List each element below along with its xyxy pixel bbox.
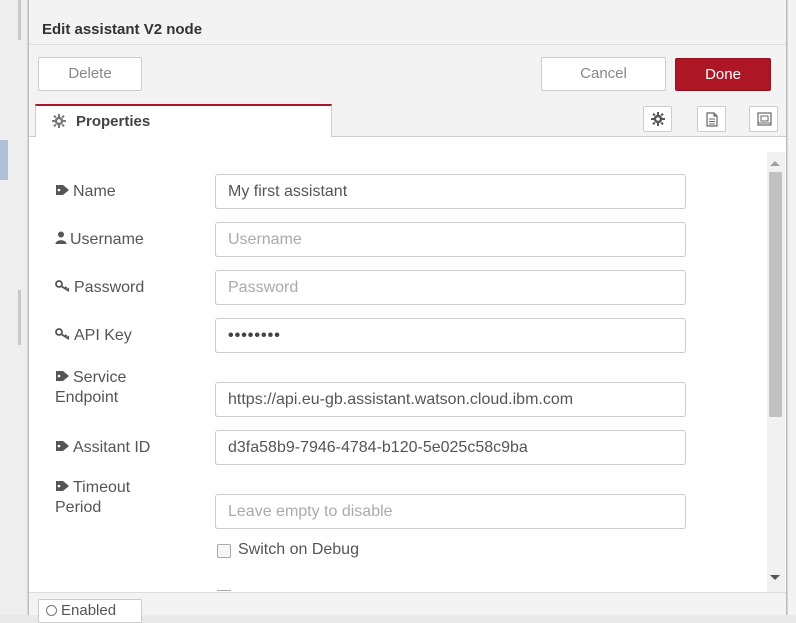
username-input[interactable] xyxy=(215,222,686,257)
form-scrollbar[interactable] xyxy=(767,152,785,592)
cut-off-next-row xyxy=(217,583,231,592)
service-endpoint-label-line2: Endpoint xyxy=(55,389,119,407)
workspace-strip xyxy=(18,0,21,40)
tray-toolbar: Delete Cancel Done xyxy=(29,45,786,101)
cancel-button[interactable]: Cancel xyxy=(541,57,666,91)
name-label: Name xyxy=(55,182,116,202)
password-input[interactable] xyxy=(215,270,686,305)
tag-icon xyxy=(55,182,70,202)
tag-icon xyxy=(55,478,70,498)
assistant-id-label: Assitant ID xyxy=(55,438,150,458)
username-label: Username xyxy=(55,230,144,250)
edit-node-tray: Edit assistant V2 node Delete Cancel Don… xyxy=(28,0,787,623)
workspace-node-fragment xyxy=(0,140,8,180)
description-tab-button[interactable] xyxy=(697,106,726,132)
properties-tab-button[interactable] xyxy=(643,106,672,132)
properties-form: Name Username Password xyxy=(29,137,786,592)
circle-icon xyxy=(46,605,57,616)
key-icon xyxy=(55,326,71,346)
enabled-label: Enabled xyxy=(61,602,117,619)
service-endpoint-input[interactable]: https://api.eu-gb.assistant.watson.cloud… xyxy=(215,382,686,417)
workspace-background-right xyxy=(787,0,796,615)
gear-icon xyxy=(651,112,665,126)
service-endpoint-label: Service Endpoint xyxy=(55,368,127,407)
done-button[interactable]: Done xyxy=(675,58,771,91)
scroll-up-arrow-icon[interactable] xyxy=(770,161,780,166)
debug-checkbox[interactable] xyxy=(217,544,231,558)
appearance-tab-button[interactable] xyxy=(749,106,778,132)
appearance-icon xyxy=(757,112,772,126)
tab-bar: Properties xyxy=(29,101,786,138)
tray-title: Edit assistant V2 node xyxy=(42,21,203,38)
scrollbar-thumb[interactable] xyxy=(769,172,782,417)
workspace-strip xyxy=(18,290,21,345)
workspace-background-left xyxy=(0,0,28,615)
debug-checkbox-label: Switch on Debug xyxy=(238,541,359,558)
name-input[interactable] xyxy=(215,174,686,209)
user-icon xyxy=(55,230,67,250)
password-label: Password xyxy=(55,278,144,298)
key-icon xyxy=(55,278,71,298)
scroll-down-arrow-icon[interactable] xyxy=(770,575,780,580)
enabled-toggle-button[interactable]: Enabled xyxy=(38,599,142,623)
tab-properties[interactable]: Properties xyxy=(35,104,332,138)
timeout-period-label-line2: Period xyxy=(55,499,102,517)
tag-icon xyxy=(55,368,70,388)
gear-icon xyxy=(52,114,66,133)
timeout-period-label: Timeout Period xyxy=(55,478,131,517)
tray-footer: Enabled xyxy=(29,592,786,623)
document-icon xyxy=(706,112,718,127)
tray-header: Edit assistant V2 node xyxy=(29,0,786,45)
tab-properties-label: Properties xyxy=(76,113,151,130)
api-key-label: API Key xyxy=(55,326,132,346)
delete-button[interactable]: Delete xyxy=(38,57,142,91)
assistant-id-input[interactable]: d3fa58b9-7946-4784-b120-5e025c58c9ba xyxy=(215,430,686,465)
api-key-input[interactable]: •••••••• xyxy=(215,318,686,353)
timeout-period-input[interactable] xyxy=(215,494,686,529)
tag-icon xyxy=(55,438,70,458)
